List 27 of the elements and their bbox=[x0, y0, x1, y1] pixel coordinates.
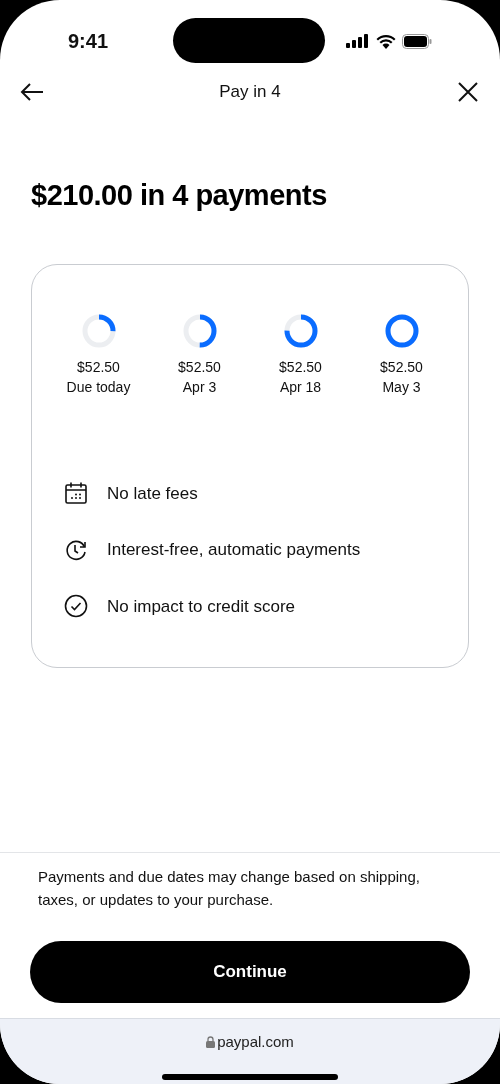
payment-amount: $52.50 bbox=[77, 357, 120, 377]
calendar-icon bbox=[64, 481, 88, 506]
payment-date: Apr 3 bbox=[182, 377, 217, 397]
feature-text: Interest-free, automatic payments bbox=[107, 539, 361, 561]
progress-ring bbox=[181, 312, 218, 349]
signal-icon bbox=[346, 34, 370, 48]
progress-ring bbox=[282, 312, 319, 349]
battery-icon bbox=[402, 33, 432, 49]
feature-text: No impact to credit score bbox=[107, 595, 295, 618]
lock-icon bbox=[206, 1036, 216, 1049]
status-time: 9:41 bbox=[68, 29, 109, 54]
url-text[interactable]: paypal.com bbox=[217, 1031, 294, 1054]
payment-amount: $52.50 bbox=[380, 357, 423, 377]
progress-ring bbox=[80, 312, 117, 349]
payment-amount: $52.50 bbox=[178, 357, 221, 377]
payment-date: Due today bbox=[66, 377, 131, 397]
payment-amount: $52.50 bbox=[279, 357, 322, 377]
payment-date: Apr 18 bbox=[279, 377, 322, 397]
progress-ring bbox=[383, 312, 420, 349]
feature-text: No late fees bbox=[107, 482, 198, 505]
payment-date: May 3 bbox=[382, 377, 421, 397]
check-circle-icon bbox=[64, 594, 88, 619]
page-heading: $210.00 in 4 payments bbox=[30, 178, 328, 213]
wifi-icon bbox=[376, 33, 396, 49]
screen-title: Pay in 4 bbox=[219, 81, 281, 104]
continue-button[interactable]: Continue bbox=[30, 941, 470, 1003]
disclaimer-text: Payments and due dates may change based on shipping, taxes, or updates to your purchase. bbox=[38, 867, 421, 910]
